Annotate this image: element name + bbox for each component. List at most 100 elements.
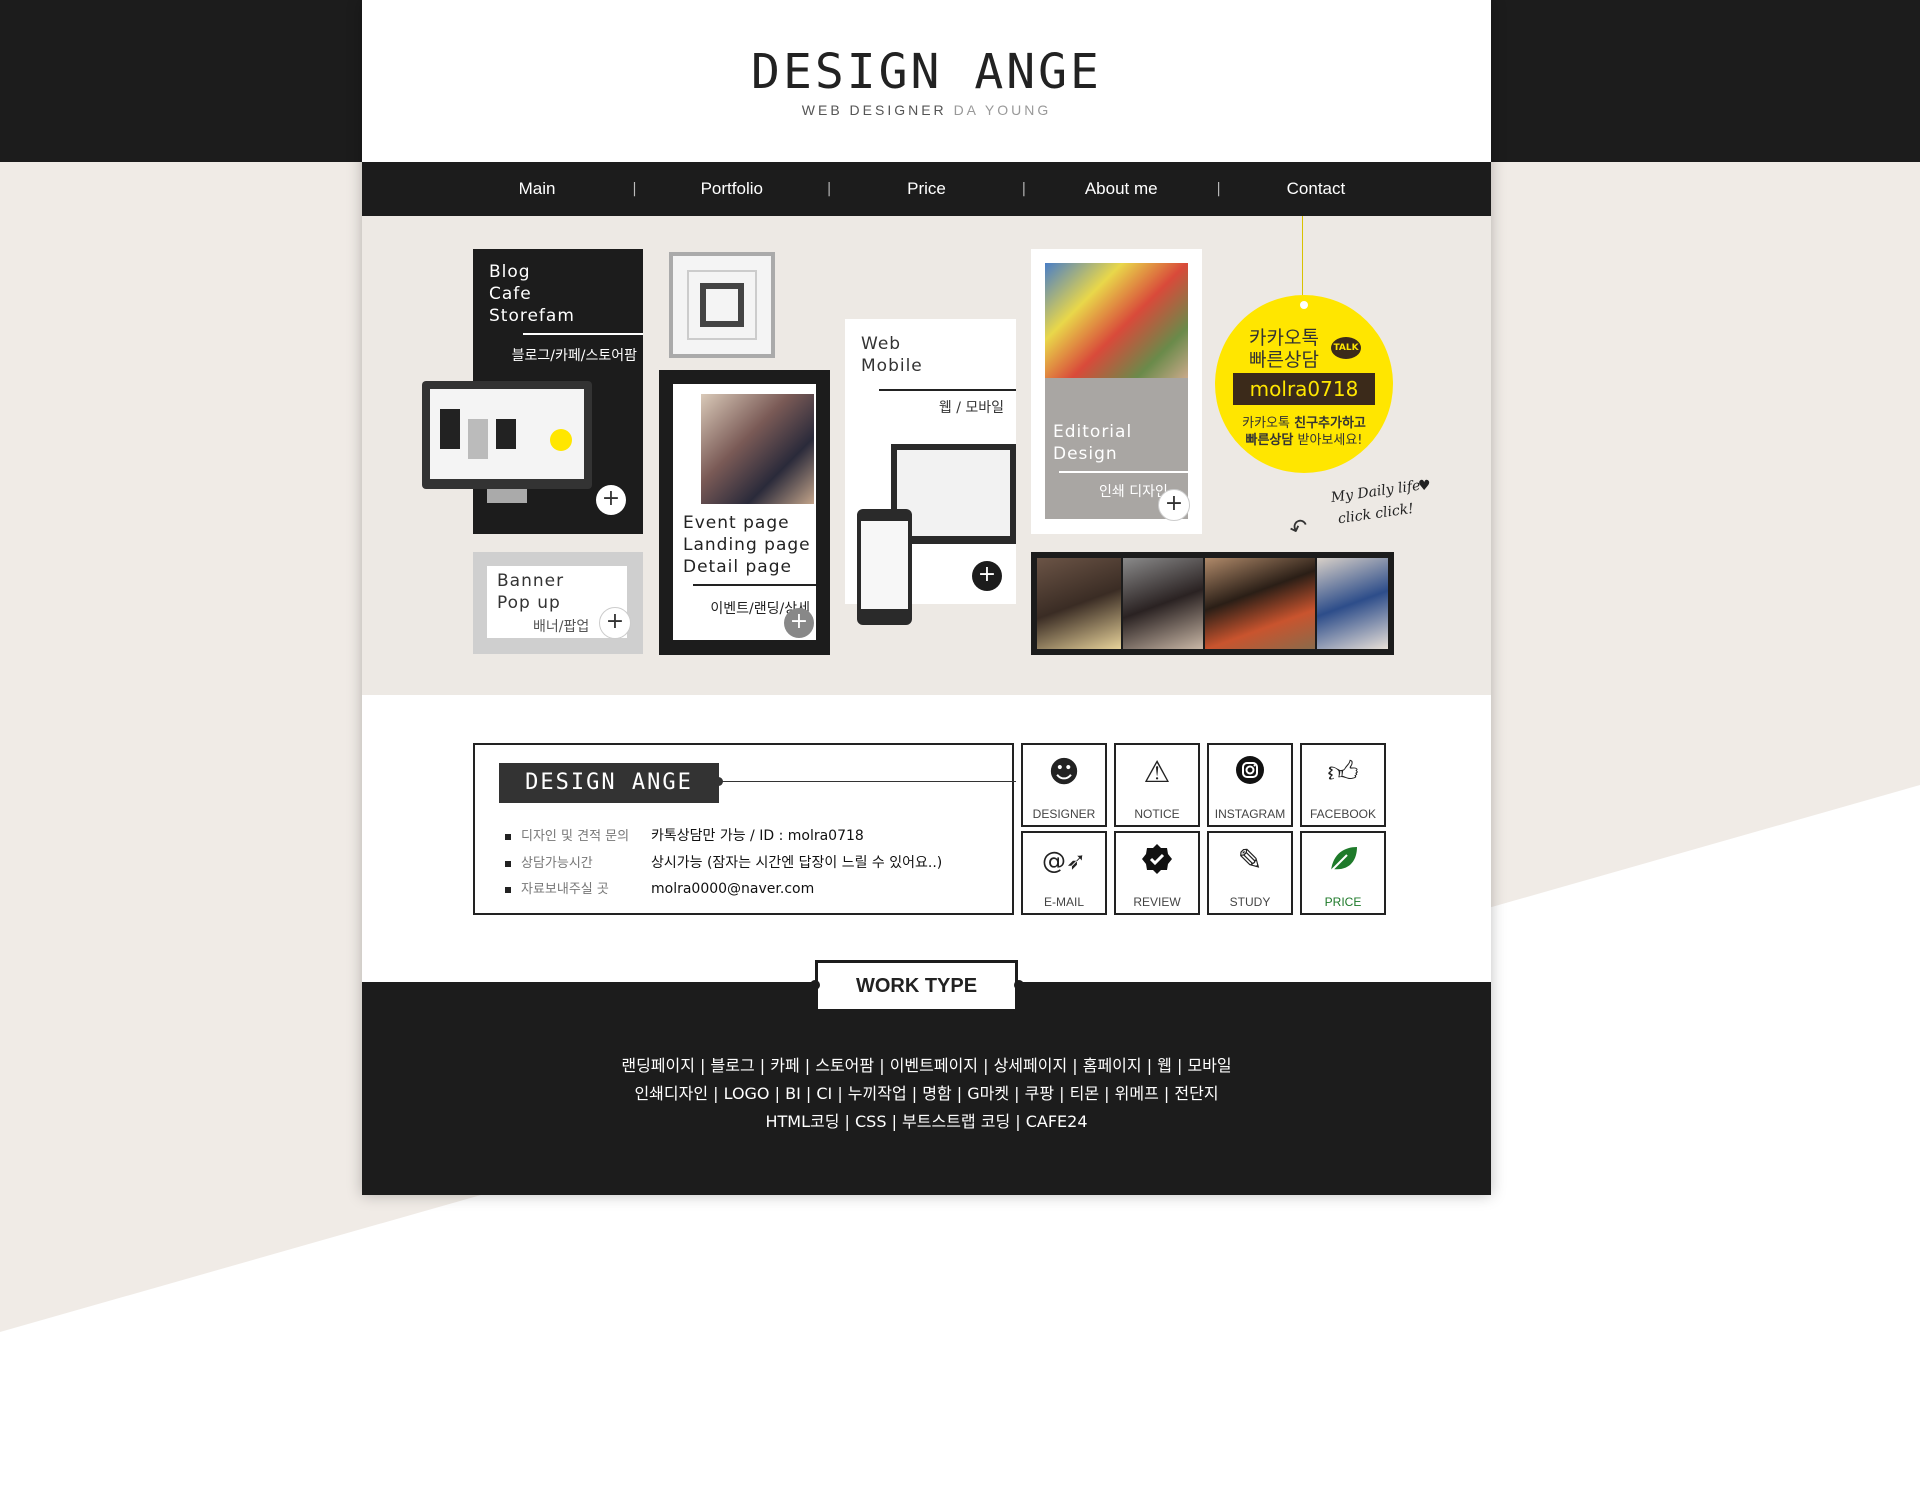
subtitle-main: WEB DESIGNER	[801, 102, 947, 118]
subtitle-light: DA YOUNG	[953, 102, 1052, 118]
kakao-desc2-b: 받아보세요!	[1297, 433, 1363, 448]
kakao-hang-string	[1302, 216, 1303, 307]
screen-kakao-dot	[550, 429, 572, 451]
work-type-section: WORK TYPE 랜딩페이지 | 블로그 | 카페 | 스토어팜 | 이벤트페…	[362, 960, 1491, 1195]
notice-label: NOTICE	[1134, 807, 1180, 821]
contact-info-box: DESIGN ANGE 디자인 및 견적 문의 카톡상담만 가능 / ID : m…	[473, 743, 1016, 915]
page-container: DESIGN ANGE WEB DESIGNER DA YOUNG Main |…	[362, 0, 1491, 1195]
bullet	[505, 860, 511, 867]
banner-card-label: 배너/팝업	[533, 619, 590, 635]
pencil-icon: ✎	[1237, 843, 1263, 878]
screen-thumb	[440, 409, 460, 449]
blog-card-label: 블로그/카페/스토어팜	[511, 348, 637, 364]
nav-item-main[interactable]: Main	[442, 179, 632, 199]
blog-card-plus-button[interactable]: +	[596, 485, 626, 515]
instagram-icon	[1209, 755, 1291, 791]
daily-photo-strip[interactable]	[1031, 552, 1394, 655]
site-logo[interactable]: DESIGN ANGE	[362, 44, 1491, 100]
editorial-thumbnail	[1045, 263, 1188, 378]
kakao-desc2: 빠른상담 받아보세요!	[1215, 429, 1393, 448]
kakao-id-badge: molra0718	[1233, 373, 1375, 405]
square-frame-graphic	[669, 252, 775, 358]
info-key: 상담가능시간	[521, 856, 593, 871]
instagram-button[interactable]: INSTAGRAM	[1207, 743, 1293, 827]
designer-button[interactable]: ☻ DESIGNER	[1021, 743, 1107, 827]
nav-item-price[interactable]: Price	[832, 179, 1022, 199]
kakao-desc2-a: 빠른상담	[1245, 433, 1294, 448]
designer-label: DESIGNER	[1032, 807, 1096, 821]
monitor-screen	[430, 389, 584, 479]
facebook-button[interactable]: 👍︎ FACEBOOK	[1300, 743, 1386, 827]
nav-item-about-me[interactable]: About me	[1026, 179, 1216, 199]
web-card-title: Web Mobile	[861, 334, 923, 376]
curly-arrow-icon: ↶	[1286, 513, 1313, 544]
warning-icon: ⚠	[1143, 755, 1171, 790]
work-type-dot-right	[1014, 980, 1024, 990]
heart-icon: ♥	[1418, 478, 1431, 494]
frame-core	[700, 283, 744, 327]
kakao-line2: 빠른상담	[1249, 349, 1319, 371]
photo-3	[1205, 558, 1315, 649]
monitor-stand	[487, 489, 527, 503]
email-plane-icon: @➶	[1041, 847, 1087, 875]
review-label: REVIEW	[1133, 895, 1181, 909]
info-row-email: 자료보내주실 곳 molra0000@naver.com	[505, 878, 814, 897]
hero-portfolio-grid: Blog Cafe Storefam 블로그/카페/스토어팜 + Banner …	[362, 216, 1491, 695]
info-value[interactable]: molra0000@naver.com	[651, 881, 814, 897]
email-label: E-MAIL	[1043, 895, 1084, 909]
price-button[interactable]: PRICE	[1300, 831, 1386, 915]
editorial-card-rule	[1059, 471, 1202, 473]
header: DESIGN ANGE WEB DESIGNER DA YOUNG	[362, 0, 1491, 162]
info-row-inquiry: 디자인 및 견적 문의 카톡상담만 가능 / ID : molra0718	[505, 825, 864, 845]
notice-button[interactable]: ⚠ NOTICE	[1114, 743, 1200, 827]
banner-card-plus-button[interactable]: +	[599, 607, 631, 639]
study-button[interactable]: ✎ STUDY	[1207, 831, 1293, 915]
thumbs-up-icon: 👍︎	[1327, 755, 1359, 790]
info-value: 상시가능 (잠자는 시간엔 답장이 느릴 수 있어요..)	[651, 855, 943, 871]
blog-card-rule	[523, 333, 643, 335]
info-value: 카톡상담만 가능 / ID : molra0718	[651, 828, 864, 844]
event-card-rule	[693, 584, 816, 586]
daily-life-label[interactable]: My Daily life click click!	[1330, 472, 1464, 528]
event-thumbnail	[701, 394, 814, 504]
work-type-title: WORK TYPE	[815, 960, 1018, 1012]
web-phone-mockup	[857, 509, 912, 625]
kakao-badge[interactable]: 카카오톡 빠른상담 TALK molra0718 카카오톡 친구추가하고 빠른상…	[1215, 295, 1393, 473]
kakao-badge-hole	[1300, 301, 1308, 309]
email-button[interactable]: @➶ E-MAIL	[1021, 831, 1107, 915]
instagram-label: INSTAGRAM	[1214, 807, 1286, 821]
work-type-dot-left	[810, 980, 820, 990]
nav-item-portfolio[interactable]: Portfolio	[637, 179, 827, 199]
event-card[interactable]: Event page Landing page Detail page 이벤트/…	[659, 370, 830, 655]
photo-1	[1037, 558, 1121, 649]
info-key: 디자인 및 견적 문의	[521, 829, 630, 844]
photo-4	[1317, 558, 1388, 649]
screen-thumb	[496, 419, 516, 449]
nav-item-contact[interactable]: Contact	[1221, 179, 1411, 199]
work-type-list: 랜딩페이지 | 블로그 | 카페 | 스토어팜 | 이벤트페이지 | 상세페이지…	[362, 1052, 1491, 1136]
kakao-talk-icon: TALK	[1331, 337, 1361, 359]
facebook-label: FACEBOOK	[1309, 807, 1377, 821]
main-nav: Main | Portfolio | Price | About me | Co…	[362, 162, 1491, 216]
leaf-icon	[1302, 843, 1384, 879]
bullet	[505, 886, 511, 893]
banner-card[interactable]: Banner Pop up 배너/팝업 +	[473, 552, 643, 654]
editorial-card-label: 인쇄 디자인	[1099, 484, 1168, 500]
phone-screen	[861, 521, 908, 609]
editorial-card-title: Editorial Design	[1053, 422, 1133, 464]
work-type-line: HTML코딩 | CSS | 부트스트랩 코딩 | CAFE24	[765, 1112, 1088, 1131]
info-logo: DESIGN ANGE	[499, 763, 719, 803]
blog-card-title: Blog Cafe Storefam	[489, 262, 575, 326]
editorial-card[interactable]: Editorial Design 인쇄 디자인 +	[1031, 249, 1202, 534]
web-card-rule	[879, 389, 1016, 391]
info-row-hours: 상담가능시간 상시가능 (잠자는 시간엔 답장이 느릴 수 있어요..)	[505, 852, 942, 872]
web-card-label: 웹 / 모바일	[938, 400, 1004, 416]
check-badge-icon	[1116, 843, 1198, 879]
review-button[interactable]: REVIEW	[1114, 831, 1200, 915]
web-card-plus-button[interactable]: +	[972, 561, 1002, 591]
study-label: STUDY	[1229, 895, 1271, 909]
event-card-plus-button[interactable]: +	[784, 608, 814, 638]
contact-info-section: DESIGN ANGE 디자인 및 견적 문의 카톡상담만 가능 / ID : m…	[362, 695, 1491, 982]
editorial-card-plus-button[interactable]: +	[1158, 489, 1190, 521]
bullet	[505, 833, 511, 840]
